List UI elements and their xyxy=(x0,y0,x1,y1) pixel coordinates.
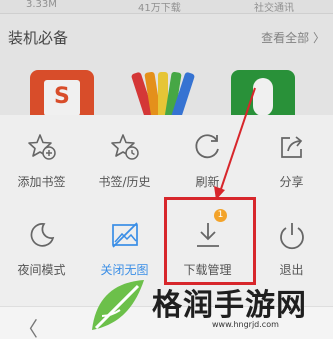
menu-label: 书签/历史 xyxy=(98,175,151,189)
menu-no-image-toggle[interactable]: 关闭无图 xyxy=(83,203,166,283)
menu-add-bookmark[interactable]: 添加书签 xyxy=(0,115,83,195)
watermark-url: www.hngrjd.com xyxy=(212,320,279,329)
menu-label: 刷新 xyxy=(195,175,220,189)
refresh-icon xyxy=(195,134,219,159)
moon-icon xyxy=(30,223,55,247)
annotation-highlight-box xyxy=(164,197,256,285)
menu-refresh[interactable]: 刷新 xyxy=(166,115,249,195)
share-icon xyxy=(281,136,303,158)
menu-night-mode[interactable]: 夜间模式 xyxy=(0,203,83,283)
leaf-logo-icon xyxy=(92,280,144,330)
menu-exit[interactable]: 退出 xyxy=(250,203,333,283)
menu-share[interactable]: 分享 xyxy=(250,115,333,195)
watermark-text: 格润手游网 xyxy=(152,288,307,323)
power-icon xyxy=(280,223,304,250)
menu-label: 分享 xyxy=(279,175,304,189)
menu-bookmarks-history[interactable]: 书签/历史 xyxy=(83,115,166,195)
star-plus-icon xyxy=(28,134,56,160)
background-page: 3.33M 41万下载 社交通讯 装机必备 查看全部 〉 S xyxy=(0,0,333,121)
star-clock-icon xyxy=(111,134,139,160)
back-button[interactable]: 〈 xyxy=(18,313,38,339)
menu-label: 添加书签 xyxy=(17,175,66,189)
watermark: 格润手游网 www.hngrjd.com xyxy=(86,274,333,339)
menu-label: 夜间模式 xyxy=(17,263,66,277)
no-image-icon xyxy=(112,222,138,248)
